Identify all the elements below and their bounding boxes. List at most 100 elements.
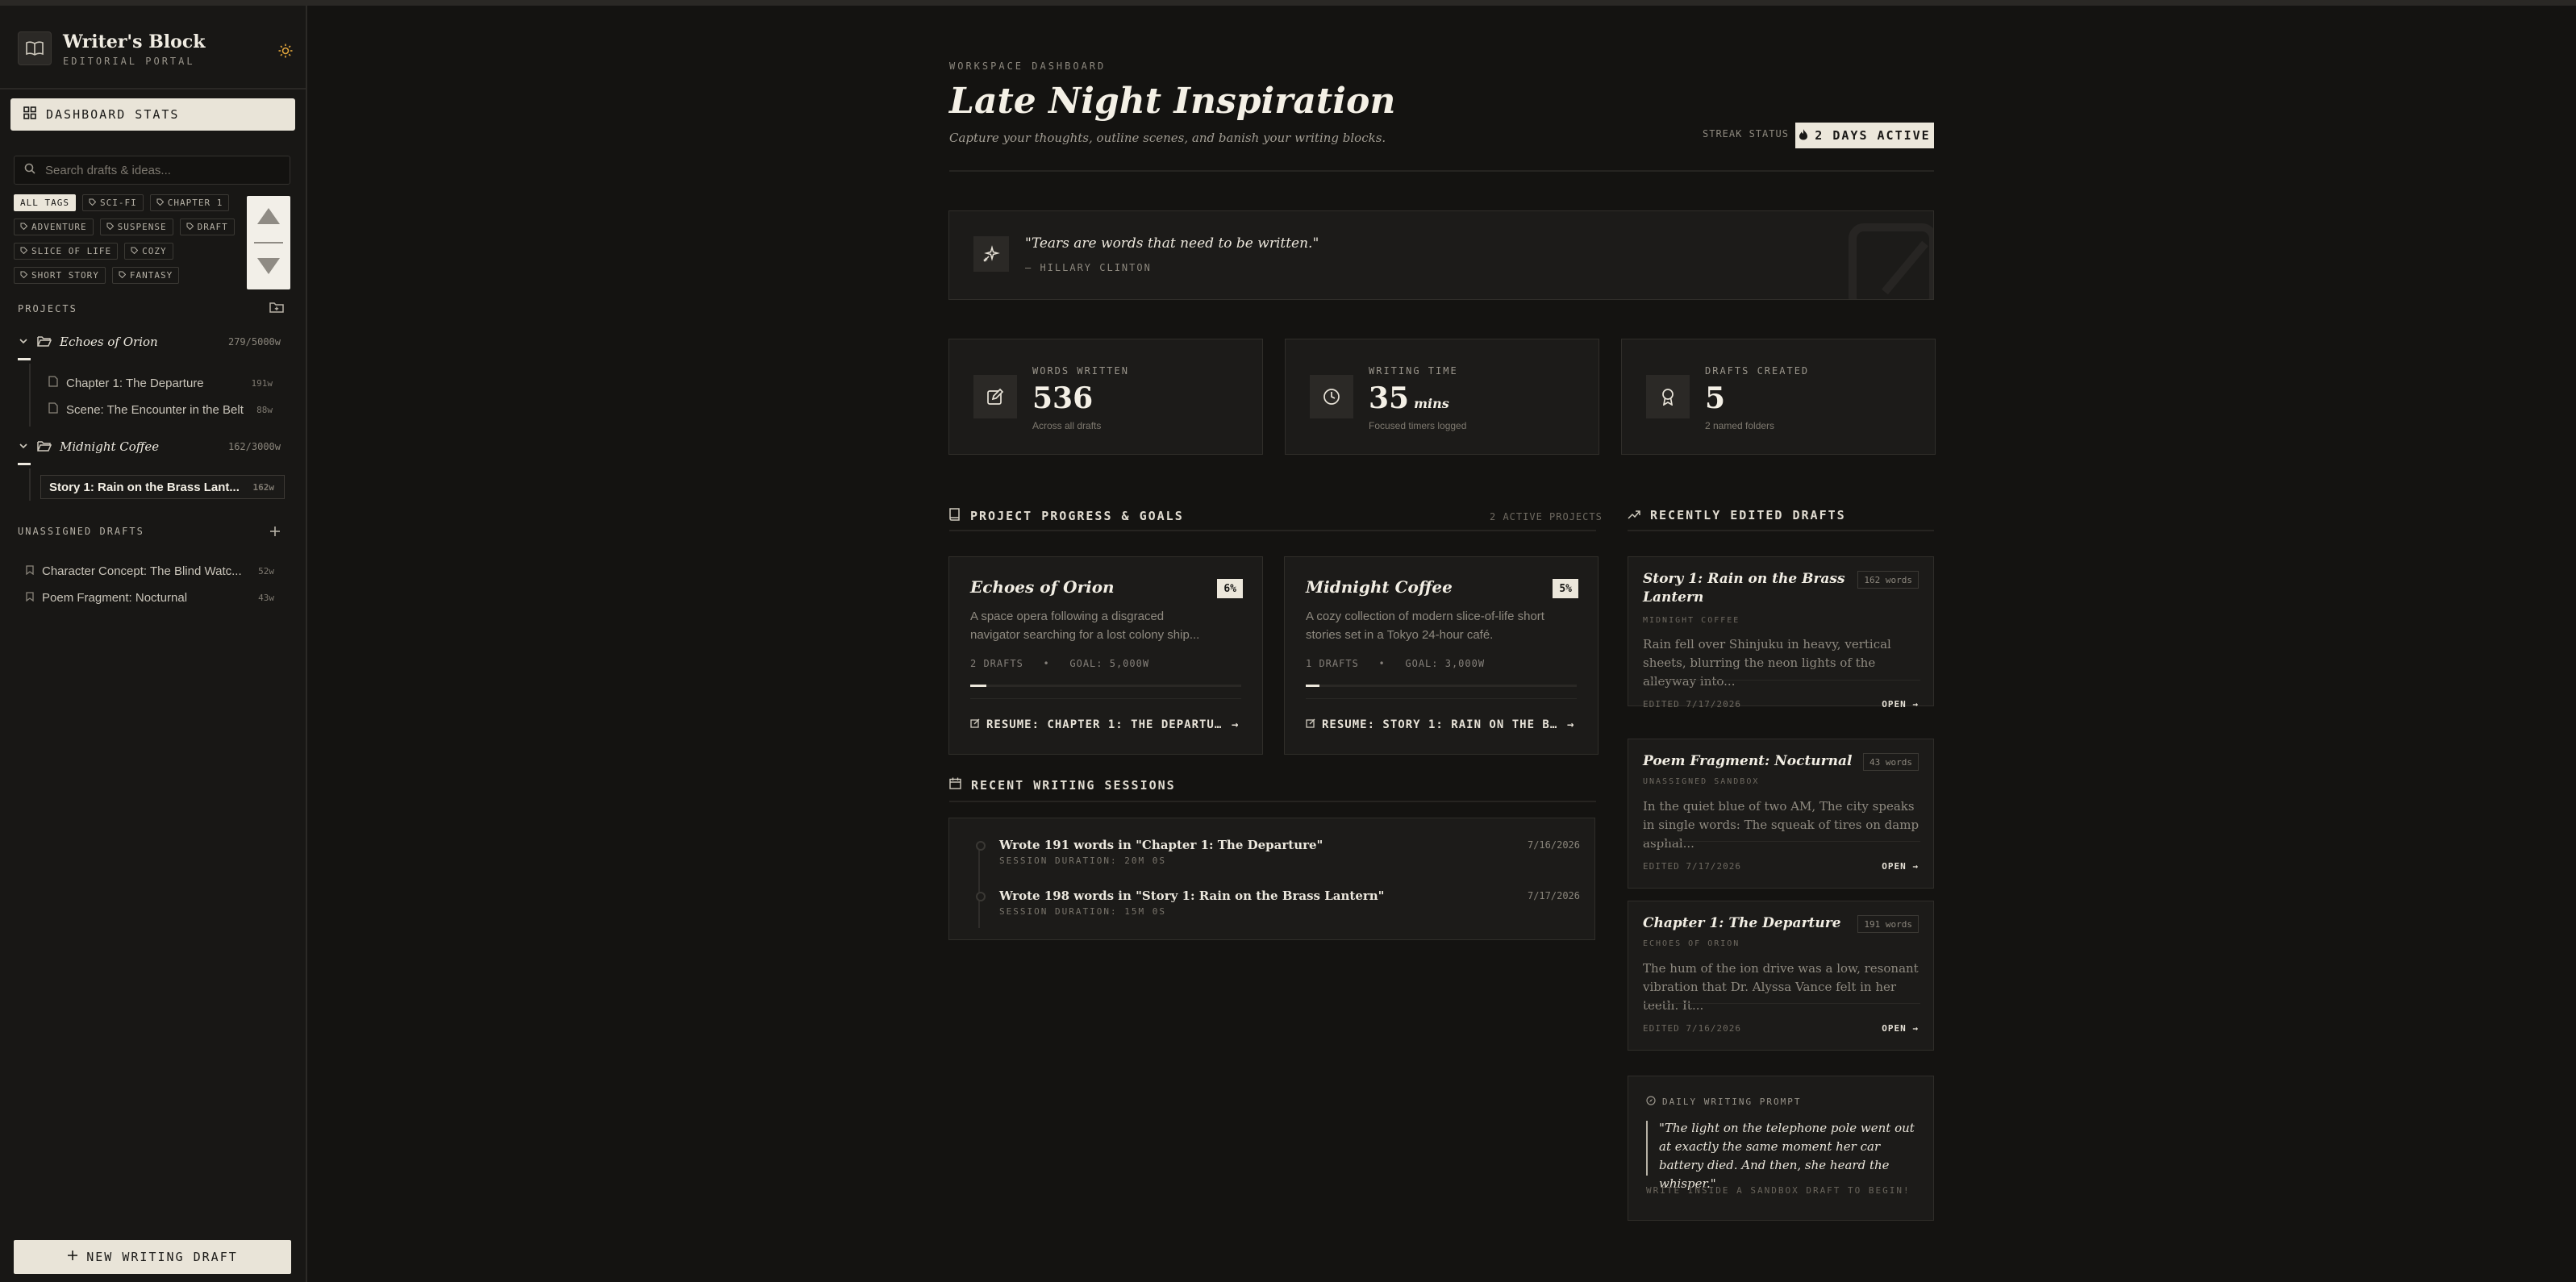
unassigned-poem-fragment[interactable]: Poem Fragment: Nocturnal 43w bbox=[18, 585, 284, 610]
session-duration: SESSION DURATION: 15M 0S bbox=[999, 906, 1166, 917]
tag-chapter-1[interactable]: CHAPTER 1 bbox=[149, 194, 230, 211]
session-title: Wrote 198 words in "Story 1: Rain on the… bbox=[999, 889, 1385, 903]
recent-drafts-heading: RECENTLY EDITED DRAFTS bbox=[1628, 508, 1846, 522]
project-progress-indicator bbox=[18, 463, 31, 465]
divider bbox=[970, 698, 1241, 699]
tag-draft[interactable]: DRAFT bbox=[179, 219, 235, 235]
tag-adventure[interactable]: ADVENTURE bbox=[14, 219, 94, 235]
recent-draft-project: UNASSIGNED SANDBOX bbox=[1643, 777, 1760, 786]
project-card-midnight-coffee: Midnight Coffee 5% A cozy collection of … bbox=[1284, 556, 1599, 755]
resume-draft-link[interactable]: RESUME: CHAPTER 1: THE DEPARTURE → bbox=[970, 718, 1244, 731]
tree-line bbox=[29, 468, 31, 501]
app-subtitle: EDITORIAL PORTAL bbox=[63, 56, 195, 67]
tag-icon bbox=[156, 198, 164, 208]
project-word-count: 162/3000w bbox=[227, 441, 281, 452]
session-duration: SESSION DURATION: 20M 0S bbox=[999, 855, 1166, 866]
edit-icon bbox=[973, 375, 1017, 418]
unassigned-character-concept[interactable]: Character Concept: The Blind Watc... 52w bbox=[18, 559, 284, 583]
tag-all[interactable]: ALL TAGS bbox=[14, 194, 76, 211]
scroll-up-arrow-icon[interactable] bbox=[256, 207, 281, 229]
project-echoes-of-orion[interactable]: Echoes of Orion 279/5000w bbox=[18, 332, 290, 355]
sidebar: Writer's Block EDITORIAL PORTAL DASHBOAR… bbox=[0, 6, 307, 1282]
open-draft-link[interactable]: OPEN → bbox=[1882, 861, 1919, 872]
tag-icon bbox=[106, 222, 114, 232]
tag-scroll-widget bbox=[247, 196, 290, 289]
recent-draft-card[interactable]: Chapter 1: The Departure 191 words ECHOE… bbox=[1628, 901, 1934, 1051]
tag-short-story[interactable]: SHORT STORY bbox=[14, 267, 106, 284]
recent-draft-excerpt: In the quiet blue of two AM, The city sp… bbox=[1643, 799, 1919, 851]
tag-fantasy[interactable]: FANTASY bbox=[111, 267, 180, 284]
open-draft-link[interactable]: OPEN → bbox=[1882, 1023, 1919, 1034]
doc-title: Character Concept: The Blind Watc... bbox=[42, 564, 242, 578]
project-midnight-coffee[interactable]: Midnight Coffee 162/3000w bbox=[18, 437, 290, 460]
project-percent-badge: 6% bbox=[1217, 579, 1243, 598]
theme-toggle-sun-icon[interactable] bbox=[274, 40, 297, 62]
open-draft-link[interactable]: OPEN → bbox=[1882, 699, 1919, 710]
stat-subtext: Across all drafts bbox=[1032, 420, 1102, 431]
project-meta: 2 DRAFTS • GOAL: 5,000W bbox=[970, 658, 1150, 669]
stat-writing-time: WRITING TIME 35 mins Focused timers logge… bbox=[1285, 339, 1599, 455]
book-icon bbox=[18, 31, 52, 65]
daily-prompt-footer: WRITE INSIDE A SANDBOX DRAFT TO BEGIN! bbox=[1646, 1185, 1911, 1196]
dashboard-stats-button[interactable]: DASHBOARD STATS bbox=[10, 98, 295, 131]
tag-filter-list: ALL TAGS SCI-FI CHAPTER 1 ADVENTURE SUSP… bbox=[14, 194, 240, 284]
stat-label: DRAFTS CREATED bbox=[1705, 365, 1810, 377]
flame-icon bbox=[1799, 128, 1808, 144]
session-date: 7/17/2026 bbox=[1527, 890, 1580, 901]
add-icon[interactable] bbox=[269, 526, 281, 541]
project-description: A space opera following a disgraced navi… bbox=[970, 610, 1200, 642]
stat-drafts-created: DRAFTS CREATED 5 2 named folders bbox=[1621, 339, 1936, 455]
recent-draft-edited: EDITED 7/17/2026 bbox=[1643, 699, 1741, 710]
tag-slice-of-life[interactable]: SLICE OF LIFE bbox=[14, 243, 119, 260]
brand-header: Writer's Block EDITORIAL PORTAL bbox=[18, 28, 293, 73]
project-progress-indicator bbox=[18, 358, 31, 360]
stat-subtext: 2 named folders bbox=[1705, 420, 1775, 431]
divider bbox=[1643, 680, 1920, 681]
project-percent-badge: 5% bbox=[1553, 579, 1578, 598]
page-title: Late Night Inspiration bbox=[949, 81, 1396, 122]
divider bbox=[949, 530, 1596, 531]
session-item: Wrote 198 words in "Story 1: Rain on the… bbox=[976, 889, 1580, 924]
streak-label: STREAK STATUS bbox=[1703, 128, 1789, 139]
project-name: Midnight Coffee bbox=[60, 439, 160, 454]
pen-watermark-icon bbox=[1836, 211, 1933, 299]
project-meta: 1 DRAFTS • GOAL: 3,000W bbox=[1306, 658, 1486, 669]
recent-draft-edited: EDITED 7/16/2026 bbox=[1643, 1023, 1741, 1034]
scroll-divider bbox=[254, 242, 283, 243]
recent-draft-card[interactable]: Poem Fragment: Nocturnal 43 words UNASSI… bbox=[1628, 739, 1934, 889]
quote-text: "Tears are words that need to be written… bbox=[1025, 235, 1319, 252]
tag-sci-fi[interactable]: SCI-FI bbox=[81, 194, 144, 211]
folder-open-icon bbox=[37, 335, 52, 352]
draft-icon bbox=[26, 591, 34, 605]
award-icon bbox=[1646, 375, 1690, 418]
stat-value: 5 bbox=[1705, 381, 1726, 415]
tag-cozy[interactable]: COZY bbox=[124, 243, 173, 260]
doc-word-count: 162w bbox=[252, 481, 275, 493]
search-input[interactable] bbox=[45, 163, 279, 177]
scroll-down-arrow-icon[interactable] bbox=[256, 257, 281, 279]
doc-scene-encounter-in-the-belt[interactable]: Scene: The Encounter in the Belt 88w bbox=[40, 398, 282, 422]
chevron-down-icon[interactable] bbox=[18, 440, 29, 456]
daily-prompt-card: DAILY WRITING PROMPT "The light on the t… bbox=[1628, 1076, 1934, 1221]
doc-word-count: 52w bbox=[258, 565, 274, 576]
new-writing-draft-button[interactable]: NEW WRITING DRAFT bbox=[14, 1240, 291, 1274]
recent-draft-card[interactable]: Story 1: Rain on the Brass Lantern 162 w… bbox=[1628, 556, 1934, 710]
resume-draft-link[interactable]: RESUME: STORY 1: RAIN ON THE BRASS LANTE… bbox=[1306, 718, 1580, 731]
recent-draft-word-count: 162 words bbox=[1857, 571, 1919, 589]
tag-suspense[interactable]: SUSPENSE bbox=[99, 219, 173, 235]
doc-title: Poem Fragment: Nocturnal bbox=[42, 590, 188, 605]
doc-word-count: 191w bbox=[251, 377, 273, 389]
doc-chapter-1-the-departure[interactable]: Chapter 1: The Departure 191w bbox=[40, 371, 282, 395]
project-name: Echoes of Orion bbox=[60, 335, 158, 349]
chevron-down-icon[interactable] bbox=[18, 335, 29, 351]
doc-story-1-rain-on-the-brass-lantern[interactable]: Story 1: Rain on the Brass Lant... 162w bbox=[40, 475, 285, 499]
new-folder-icon[interactable] bbox=[269, 301, 284, 318]
divider bbox=[0, 88, 306, 89]
calendar-icon bbox=[949, 777, 961, 793]
plus-icon bbox=[67, 1250, 78, 1264]
arrow-right-icon: → bbox=[1567, 718, 1575, 731]
doc-word-count: 43w bbox=[258, 592, 274, 603]
stat-subtext: Focused timers logged bbox=[1369, 420, 1467, 431]
document-icon bbox=[48, 376, 58, 390]
recent-draft-project: ECHOES OF ORION bbox=[1643, 939, 1740, 948]
